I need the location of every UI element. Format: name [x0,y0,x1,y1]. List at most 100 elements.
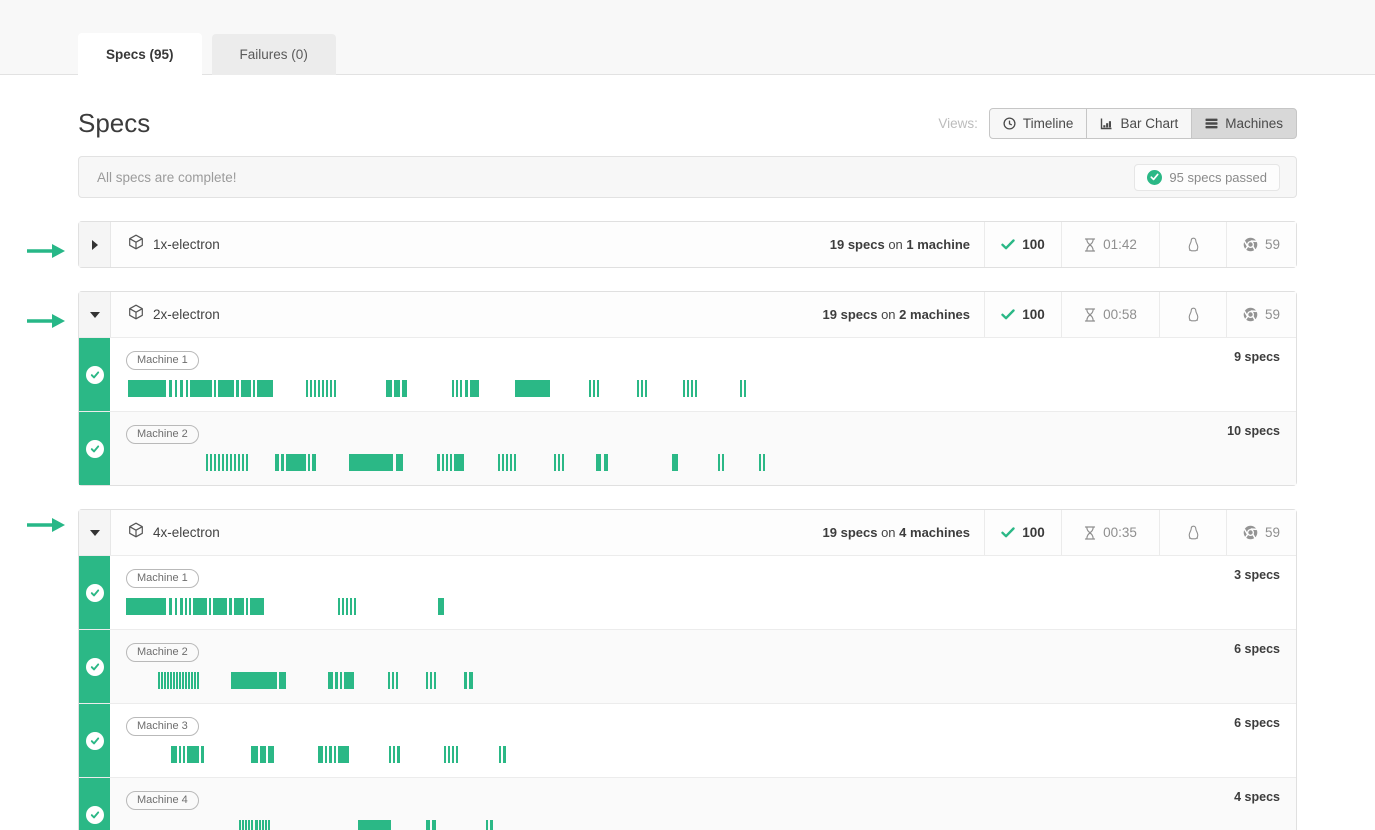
spec-bar-segment[interactable] [279,672,286,689]
spec-bar-segment[interactable] [452,746,454,763]
spec-bar-segment[interactable] [344,672,354,689]
spec-bar-segment[interactable] [502,454,504,471]
spec-bar-segment[interactable] [604,454,608,471]
spec-bar-segment[interactable] [448,746,450,763]
spec-bar-segment[interactable] [268,820,270,830]
spec-bar-segment[interactable] [189,598,191,615]
spec-bar-segment[interactable] [175,598,177,615]
spec-bar-segment[interactable] [346,598,348,615]
spec-bar-segment[interactable] [179,672,181,689]
spec-bar-segment[interactable] [286,454,306,471]
spec-bar-segment[interactable] [265,820,267,830]
spec-bar-segment[interactable] [255,820,258,830]
spec-bar-segment[interactable] [562,454,564,471]
spec-bar-segment[interactable] [210,454,212,471]
spec-bar-segment[interactable] [206,454,208,471]
expand-toggle[interactable] [79,510,111,555]
spec-bar-segment[interactable] [167,672,169,689]
spec-bar-segment[interactable] [262,820,264,830]
spec-bar-segment[interactable] [334,380,336,397]
spec-bar-segment[interactable] [335,672,338,689]
spec-bar-segment[interactable] [322,380,324,397]
spec-bar-segment[interactable] [312,454,316,471]
spec-bar-segment[interactable] [641,380,643,397]
spec-bar-segment[interactable] [510,454,512,471]
spec-bar-segment[interactable] [349,454,393,471]
spec-bar-segment[interactable] [239,820,241,830]
spec-bar-segment[interactable] [450,454,452,471]
spec-bar-segment[interactable] [214,454,216,471]
expand-toggle[interactable] [79,222,111,267]
spec-bar-segment[interactable] [442,454,444,471]
spec-bar-segment[interactable] [596,454,601,471]
spec-bar-segment[interactable] [396,454,403,471]
expand-toggle[interactable] [79,292,111,337]
spec-bar-segment[interactable] [253,380,255,397]
spec-bar-segment[interactable] [250,598,264,615]
spec-bar-segment[interactable] [402,380,407,397]
spec-bar-segment[interactable] [218,454,220,471]
spec-bar-segment[interactable] [334,746,336,763]
spec-bar-segment[interactable] [506,454,508,471]
spec-bar-segment[interactable] [456,380,458,397]
spec-bar-segment[interactable] [388,672,390,689]
spec-bar-segment[interactable] [444,746,446,763]
spec-bar-segment[interactable] [722,454,724,471]
spec-bar-segment[interactable] [437,454,440,471]
spec-bar-segment[interactable] [432,820,436,830]
spec-bar-segment[interactable] [389,746,391,763]
spec-bar-segment[interactable] [234,454,236,471]
spec-bar-segment[interactable] [231,672,277,689]
spec-bar-segment[interactable] [187,746,199,763]
spec-bar-segment[interactable] [514,454,516,471]
spec-bar-segment[interactable] [687,380,689,397]
view-button-timeline[interactable]: Timeline [989,108,1088,139]
view-button-bar-chart[interactable]: Bar Chart [1086,108,1192,139]
spec-bar-segment[interactable] [246,454,248,471]
spec-bar-segment[interactable] [396,672,398,689]
spec-bar-segment[interactable] [180,598,183,615]
spec-bar-segment[interactable] [241,380,251,397]
spec-bar-segment[interactable] [386,380,392,397]
spec-bar-segment[interactable] [691,380,693,397]
spec-bar-segment[interactable] [185,598,187,615]
spec-bar-segment[interactable] [246,598,248,615]
spec-bar-segment[interactable] [393,746,395,763]
spec-bar-segment[interactable] [558,454,560,471]
spec-bar-segment[interactable] [190,380,212,397]
spec-bar-segment[interactable] [214,380,216,397]
spec-bar-segment[interactable] [358,820,391,830]
tab-failures[interactable]: Failures (0) [212,34,336,75]
spec-bar-segment[interactable] [218,380,234,397]
spec-bar-segment[interactable] [490,820,493,830]
spec-bar-segment[interactable] [465,380,468,397]
spec-bar-segment[interactable] [171,746,177,763]
spec-bar-segment[interactable] [194,672,196,689]
spec-bar-segment[interactable] [318,380,320,397]
spec-bar-segment[interactable] [486,820,488,830]
spec-bar-segment[interactable] [354,598,356,615]
spec-bar-segment[interactable] [330,380,332,397]
spec-bar-segment[interactable] [392,672,394,689]
spec-bar-segment[interactable] [248,820,250,830]
spec-bar-segment[interactable] [326,380,328,397]
spec-bar-segment[interactable] [242,454,244,471]
spec-bar-segment[interactable] [209,598,211,615]
spec-bar-segment[interactable] [213,598,227,615]
spec-bar-segment[interactable] [672,454,678,471]
spec-bar-segment[interactable] [469,672,473,689]
spec-bar-segment[interactable] [438,598,444,615]
spec-bar-segment[interactable] [251,746,258,763]
spec-bar-segment[interactable] [430,672,432,689]
spec-bar-segment[interactable] [245,820,247,830]
spec-bar-segment[interactable] [164,672,166,689]
spec-bar-segment[interactable] [275,454,279,471]
spec-bar-segment[interactable] [259,820,261,830]
spec-bar-segment[interactable] [452,380,454,397]
spec-bar-segment[interactable] [234,598,244,615]
spec-bar-segment[interactable] [161,672,163,689]
spec-bar-segment[interactable] [182,672,184,689]
spec-bar-segment[interactable] [498,454,500,471]
spec-bar-segment[interactable] [325,746,327,763]
spec-bar-segment[interactable] [597,380,599,397]
